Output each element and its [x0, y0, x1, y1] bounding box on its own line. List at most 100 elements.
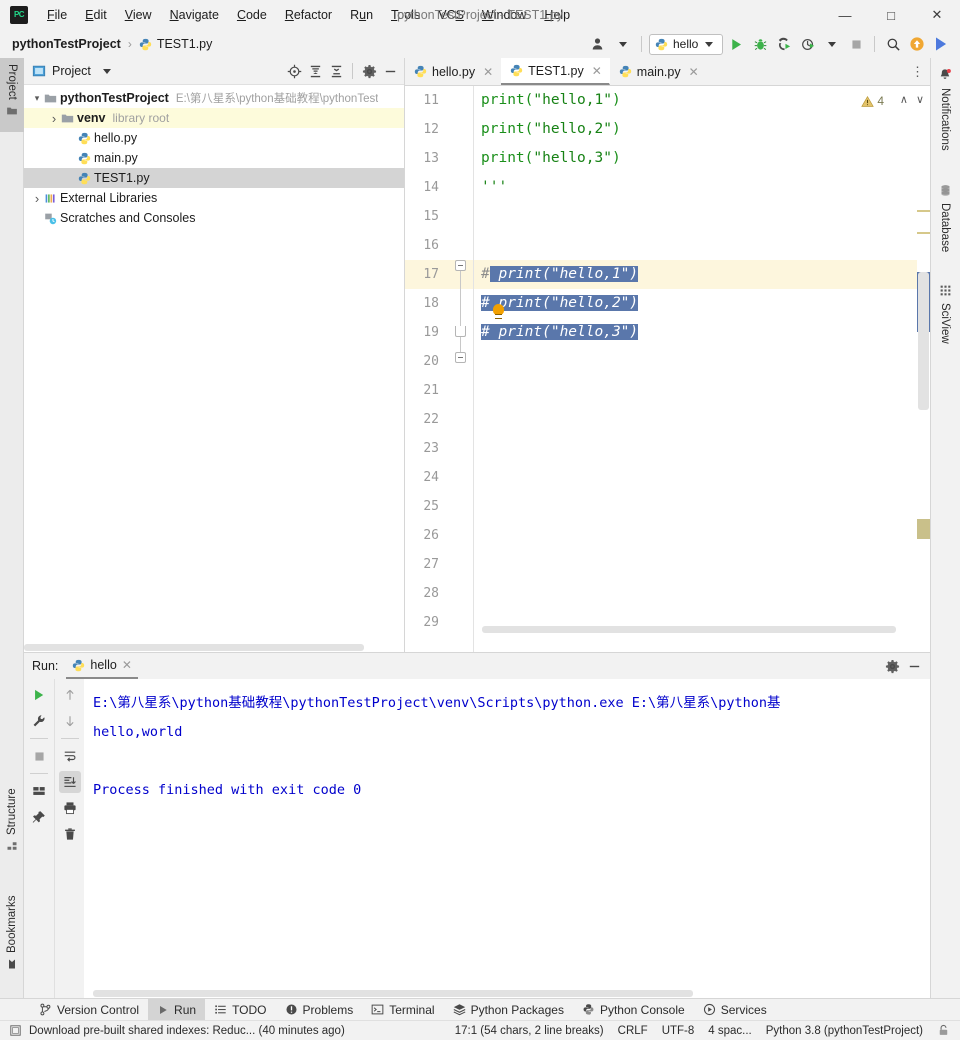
- sidebar-item-structure[interactable]: Structure: [0, 780, 24, 858]
- ide-assistant-icon[interactable]: [930, 33, 952, 55]
- code-line[interactable]: [474, 405, 930, 434]
- expand-all-icon[interactable]: [305, 61, 325, 81]
- toolwindow-button-problems[interactable]: Problems: [276, 999, 363, 1021]
- tree-node[interactable]: TEST1.py: [24, 168, 404, 188]
- rerun-icon[interactable]: [28, 684, 50, 706]
- close-icon[interactable]: ✕: [483, 65, 493, 79]
- tree-node[interactable]: main.py: [24, 148, 404, 168]
- code-line[interactable]: [474, 463, 930, 492]
- warning-marker[interactable]: [917, 232, 930, 234]
- close-icon[interactable]: ✕: [592, 64, 602, 78]
- code-line[interactable]: [474, 347, 930, 376]
- menu-refactor[interactable]: Refactor: [276, 4, 341, 26]
- locate-icon[interactable]: [284, 61, 304, 81]
- toolwindow-button-python-console[interactable]: Python Console: [573, 999, 694, 1021]
- code-line[interactable]: [474, 202, 930, 231]
- python-interpreter[interactable]: Python 3.8 (pythonTestProject): [766, 1025, 923, 1037]
- menu-window[interactable]: Window: [473, 4, 535, 26]
- editor-tab-test1-py[interactable]: TEST1.py ✕: [501, 58, 610, 85]
- run-tab-hello[interactable]: hello ✕: [66, 653, 138, 679]
- scrollbar-thumb[interactable]: [918, 272, 929, 410]
- fold-marker-collapse[interactable]: [455, 352, 466, 363]
- trash-icon[interactable]: [59, 823, 81, 845]
- scrollbar-thumb[interactable]: [482, 626, 896, 633]
- settings-gear-icon[interactable]: [882, 656, 902, 676]
- code-line[interactable]: [474, 434, 930, 463]
- line-separator[interactable]: CRLF: [618, 1025, 648, 1037]
- menu-file[interactable]: File: [38, 4, 76, 26]
- tree-node[interactable]: ▾ pythonTestProject E:\第八星系\python基础教程\pyt…: [24, 88, 404, 108]
- search-icon[interactable]: [882, 33, 904, 55]
- caret-position-marker[interactable]: [917, 519, 930, 539]
- toolwindow-button-run[interactable]: Run: [148, 998, 206, 1021]
- profile-icon[interactable]: [797, 33, 819, 55]
- toolwindow-button-services[interactable]: Services: [694, 999, 776, 1021]
- caret-position[interactable]: 17:1 (54 chars, 2 line breaks): [455, 1025, 604, 1037]
- toolwindow-button-terminal[interactable]: Terminal: [362, 999, 443, 1021]
- code-line[interactable]: [474, 492, 930, 521]
- collapse-all-icon[interactable]: [326, 61, 346, 81]
- sidebar-item-bookmarks[interactable]: Bookmarks: [0, 880, 24, 976]
- close-icon[interactable]: ✕: [122, 658, 132, 672]
- print-icon[interactable]: [59, 797, 81, 819]
- menu-code[interactable]: Code: [228, 4, 276, 26]
- lock-icon[interactable]: [937, 1024, 950, 1037]
- menu-vcs[interactable]: VCS: [429, 4, 473, 26]
- breadcrumb-project[interactable]: pythonTestProject: [12, 37, 121, 51]
- console-hscrollbar[interactable]: [85, 989, 930, 998]
- soft-wrap-icon[interactable]: [59, 745, 81, 767]
- project-panel-hscrollbar[interactable]: [24, 643, 404, 652]
- close-icon[interactable]: ✕: [689, 65, 699, 79]
- menu-edit[interactable]: Edit: [76, 4, 116, 26]
- account-icon[interactable]: [588, 33, 610, 55]
- run-icon[interactable]: [725, 33, 747, 55]
- menu-help[interactable]: Help: [535, 4, 579, 26]
- previous-problem-button[interactable]: ∧: [900, 93, 908, 106]
- code-line[interactable]: ''': [474, 173, 930, 202]
- fold-marker-collapse[interactable]: [455, 260, 466, 271]
- next-problem-button[interactable]: ∨: [916, 93, 924, 106]
- scrollbar-thumb[interactable]: [24, 644, 364, 651]
- editor-tabs-menu-button[interactable]: ⋮: [906, 58, 930, 85]
- toolwindow-button-version-control[interactable]: Version Control: [30, 999, 148, 1021]
- up-arrow-icon[interactable]: [59, 684, 81, 706]
- code-line[interactable]: print("hello,3"): [474, 144, 930, 173]
- run-configuration-selector[interactable]: hello: [649, 33, 723, 55]
- code-line[interactable]: # print("hello,2"): [474, 289, 930, 318]
- scrollbar-thumb[interactable]: [93, 990, 693, 997]
- toolwindow-button-python-packages[interactable]: Python Packages: [444, 999, 573, 1021]
- editor-tab-main-py[interactable]: main.py ✕: [610, 58, 707, 85]
- pin-icon[interactable]: [28, 806, 50, 828]
- update-project-icon[interactable]: [906, 33, 928, 55]
- inspection-widget-icon[interactable]: [9, 1024, 22, 1037]
- maximize-button[interactable]: □: [868, 0, 914, 30]
- code-line[interactable]: [474, 376, 930, 405]
- chevron-down-icon[interactable]: [102, 68, 111, 74]
- code-line[interactable]: # print("hello,1"): [474, 260, 930, 289]
- menu-view[interactable]: View: [116, 4, 161, 26]
- down-arrow-icon[interactable]: [59, 710, 81, 732]
- chevron-down-icon[interactable]: [612, 33, 634, 55]
- indent-setting[interactable]: 4 spac...: [708, 1025, 751, 1037]
- code-line[interactable]: [474, 550, 930, 579]
- chevron-right-icon[interactable]: ›: [47, 111, 61, 126]
- hide-icon[interactable]: [904, 656, 924, 676]
- tree-node[interactable]: hello.py: [24, 128, 404, 148]
- chevron-down-icon[interactable]: [821, 33, 843, 55]
- file-encoding[interactable]: UTF-8: [662, 1025, 695, 1037]
- sidebar-item-notifications[interactable]: Notifications: [930, 62, 960, 168]
- wrench-icon[interactable]: [28, 710, 50, 732]
- sidebar-item-database[interactable]: Database: [930, 178, 960, 268]
- warning-marker[interactable]: [917, 210, 930, 212]
- chevron-right-icon[interactable]: ›: [30, 191, 44, 206]
- inspection-warning-badge[interactable]: 4: [861, 94, 884, 108]
- hide-icon[interactable]: [380, 61, 400, 81]
- code-line[interactable]: [474, 579, 930, 608]
- intention-bulb-icon[interactable]: [493, 304, 504, 319]
- tree-node[interactable]: Scratches and Consoles: [24, 208, 404, 228]
- tree-node[interactable]: › External Libraries: [24, 188, 404, 208]
- code-line[interactable]: [474, 521, 930, 550]
- editor-vscrollbar[interactable]: [917, 114, 930, 652]
- fold-marker-end[interactable]: [455, 326, 466, 337]
- layout-icon[interactable]: [28, 780, 50, 802]
